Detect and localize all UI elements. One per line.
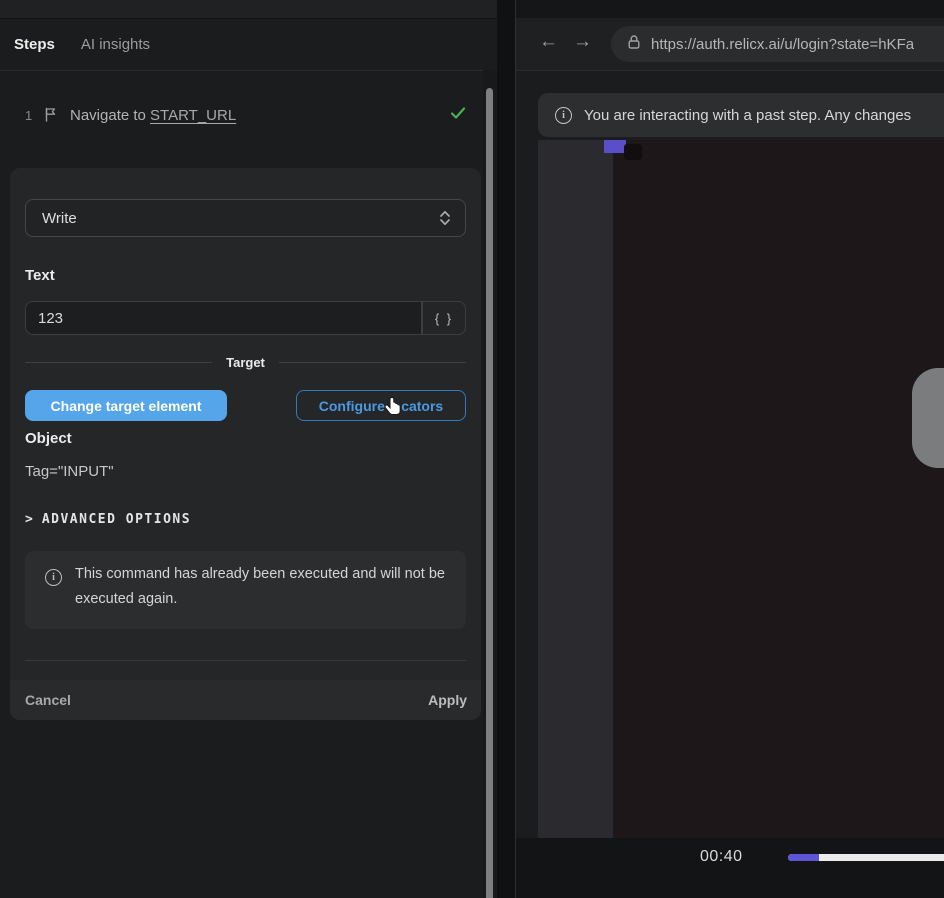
step-number: 1 xyxy=(25,108,32,123)
target-divider-label: Target xyxy=(226,355,265,370)
executed-info-text: This command has already been executed a… xyxy=(75,562,447,612)
playback-progress-fill xyxy=(788,854,819,861)
playback-progress-bar[interactable] xyxy=(788,854,944,861)
object-label: Object xyxy=(25,430,72,447)
steps-scrollbar-thumb[interactable] xyxy=(486,88,493,898)
past-step-banner: i You are interacting with a past step. … xyxy=(538,93,944,137)
step-description: Navigate to START_URL xyxy=(70,107,236,124)
playback-timestamp: 00:40 xyxy=(700,848,743,866)
text-input[interactable] xyxy=(25,301,422,335)
lock-icon xyxy=(627,34,641,55)
step-row-1[interactable]: 1 Navigate to START_URL xyxy=(0,100,483,130)
browser-nav-bar: ← → https://auth.relicx.ai/u/login?state… xyxy=(516,18,944,71)
text-field-label: Text xyxy=(25,267,55,284)
footer-divider xyxy=(25,660,466,661)
step-editor-card: Write Text { } Target Change target elem… xyxy=(10,168,481,720)
steps-panel: Steps AI insights 1 Navigate to START_UR… xyxy=(0,0,497,898)
replay-screenshot-area xyxy=(516,140,944,838)
url-bar[interactable]: https://auth.relicx.ai/u/login?state=hKF… xyxy=(611,26,944,62)
past-step-banner-text: You are interacting with a past step. An… xyxy=(584,107,911,124)
url-text: https://auth.relicx.ai/u/login?state=hKF… xyxy=(651,36,914,53)
replay-dark-element xyxy=(624,144,642,160)
target-section-divider: Target xyxy=(25,353,466,371)
app-root: Steps AI insights 1 Navigate to START_UR… xyxy=(0,0,944,898)
card-footer: Cancel Apply xyxy=(10,680,481,720)
configure-locators-button[interactable]: Configure locators xyxy=(296,390,466,421)
panel-tab-bar: Steps AI insights xyxy=(0,19,497,71)
insert-variable-button[interactable]: { } xyxy=(422,301,466,335)
divider-line-left xyxy=(25,362,212,363)
advanced-options-toggle[interactable]: > ADVANCED OPTIONS xyxy=(25,512,191,527)
object-tag-value: Tag="INPUT" xyxy=(25,463,114,480)
info-icon: i xyxy=(45,569,62,586)
divider-line-right xyxy=(279,362,466,363)
target-buttons-row: Change target element Configure locators xyxy=(10,390,481,421)
advanced-options-label: ADVANCED OPTIONS xyxy=(42,512,191,527)
side-drag-handle[interactable] xyxy=(912,368,944,468)
replay-top-strip xyxy=(516,0,944,18)
browser-replay-panel: ← → https://auth.relicx.ai/u/login?state… xyxy=(515,0,944,898)
info-icon: i xyxy=(555,107,572,124)
replay-player-bar: 00:40 xyxy=(516,838,944,898)
apply-button[interactable]: Apply xyxy=(428,680,467,720)
select-updown-icon xyxy=(439,209,451,232)
chevron-right-icon: > xyxy=(25,512,33,527)
window-top-strip xyxy=(0,0,497,19)
step-success-check-icon xyxy=(450,106,466,125)
flag-icon xyxy=(44,107,57,127)
command-select-value: Write xyxy=(42,210,77,227)
start-url-link[interactable]: START_URL xyxy=(150,107,236,124)
back-arrow-icon[interactable]: ← xyxy=(539,31,558,53)
replay-app-sidebar xyxy=(538,140,613,838)
cancel-button[interactable]: Cancel xyxy=(25,680,71,720)
replay-app-content xyxy=(613,140,944,838)
text-input-row: { } xyxy=(25,301,466,335)
tab-ai-insights[interactable]: AI insights xyxy=(81,36,150,53)
replay-purple-element xyxy=(604,140,626,153)
command-select[interactable]: Write xyxy=(25,199,466,237)
change-target-element-button[interactable]: Change target element xyxy=(25,390,227,421)
executed-info-box: i This command has already been executed… xyxy=(25,551,466,629)
tab-steps[interactable]: Steps xyxy=(14,36,55,53)
forward-arrow-icon[interactable]: → xyxy=(573,31,592,53)
